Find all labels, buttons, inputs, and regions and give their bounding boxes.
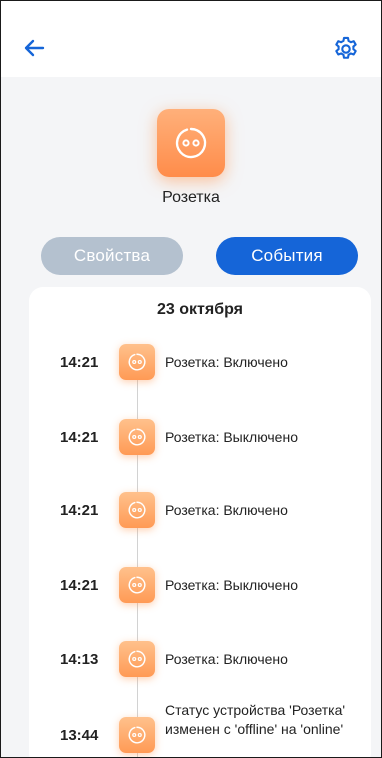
- event-time: 14:21: [60, 576, 99, 594]
- power-socket-icon: [128, 353, 146, 371]
- gear-icon: [335, 36, 357, 59]
- device-icon: [157, 109, 225, 177]
- event-row[interactable]: 14:21 Розетка: Выключено: [29, 417, 371, 457]
- tab-bar: Свойства События: [41, 237, 359, 277]
- power-socket-icon: [128, 576, 146, 594]
- event-time: 14:13: [60, 650, 99, 668]
- event-text: Статус устройства 'Розетка' изменен с 'o…: [165, 702, 346, 737]
- event-icon: [119, 717, 155, 753]
- settings-button[interactable]: [331, 34, 361, 64]
- event-icon: [119, 344, 155, 380]
- event-time: 13:44: [60, 726, 99, 744]
- event-row[interactable]: 14:21 Розетка: Выключено: [29, 565, 371, 605]
- event-row[interactable]: 14:21 Розетка: Включено: [29, 490, 371, 530]
- tab-events[interactable]: События: [216, 237, 358, 275]
- event-text: Розетка: Включено: [165, 353, 288, 370]
- event-icon: [119, 567, 155, 603]
- app-screen: Розетка Свойства События 23 октября 14:2…: [0, 0, 382, 758]
- event-time: 14:21: [60, 501, 99, 519]
- device-name: Розетка: [162, 189, 220, 206]
- power-socket-icon: [128, 650, 146, 668]
- events-card: 23 октября 14:21 Розетка: Включено 14:21…: [29, 287, 371, 757]
- event-time: 14:21: [60, 428, 99, 446]
- event-text: Розетка: Выключено: [165, 576, 298, 593]
- power-socket-icon: [175, 127, 207, 159]
- device-header: Розетка: [1, 109, 381, 207]
- power-socket-icon: [128, 428, 146, 446]
- power-socket-icon: [128, 726, 146, 744]
- event-row[interactable]: 13:44 Статус устройства 'Розетка' измене…: [29, 702, 371, 755]
- event-text: Розетка: Включено: [165, 501, 288, 518]
- back-button[interactable]: [21, 35, 47, 61]
- event-icon: [119, 492, 155, 528]
- events-date: 23 октября: [157, 301, 243, 318]
- event-icon: [119, 641, 155, 677]
- top-bar: [1, 1, 381, 77]
- event-time: 14:21: [60, 353, 99, 371]
- event-icon: [119, 419, 155, 455]
- event-text: Розетка: Включено: [165, 650, 288, 667]
- event-row[interactable]: 14:21 Розетка: Включено: [29, 342, 371, 382]
- tab-properties[interactable]: Свойства: [41, 237, 183, 275]
- power-socket-icon: [128, 501, 146, 519]
- event-row[interactable]: 14:13 Розетка: Включено: [29, 639, 371, 679]
- arrow-left-icon: [24, 39, 45, 57]
- event-text: Розетка: Выключено: [165, 428, 298, 445]
